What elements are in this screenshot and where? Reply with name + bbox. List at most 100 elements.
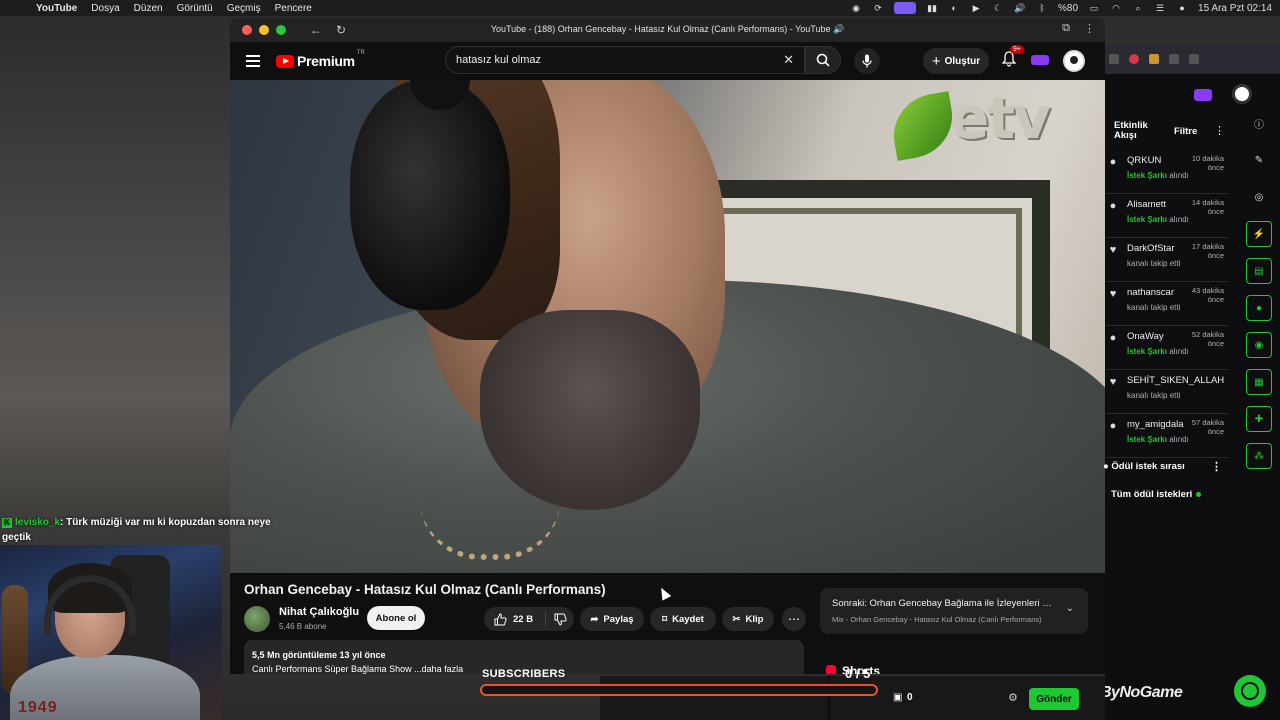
- more-actions-button[interactable]: ⋯: [782, 607, 806, 631]
- menu-edit[interactable]: Düzen: [134, 3, 163, 14]
- microphone-icon: [862, 54, 872, 68]
- kebab-menu-icon[interactable]: ⋮: [1211, 460, 1222, 473]
- video-player[interactable]: etv: [230, 80, 1105, 573]
- activity-event[interactable]: ● QRKUN 10 dakika önce İstek Şarkı alınd…: [1106, 150, 1228, 194]
- event-time: 43 dakika önce: [1191, 286, 1224, 304]
- screen-share-icon[interactable]: [894, 2, 917, 14]
- like-button[interactable]: 22 B: [484, 611, 546, 627]
- clear-search-icon[interactable]: ✕: [783, 52, 794, 68]
- gear-icon[interactable]: ⚙: [1008, 691, 1018, 704]
- play-icon[interactable]: ▶: [970, 3, 982, 13]
- gift-icon: ●: [1109, 332, 1117, 344]
- voice-search-button[interactable]: [854, 48, 880, 74]
- send-button[interactable]: Gönder: [1029, 688, 1079, 710]
- twitch-extension-icon[interactable]: [1031, 55, 1049, 65]
- info-icon[interactable]: ⓘ: [1246, 110, 1272, 136]
- event-time: 14 dakika önce: [1191, 198, 1224, 216]
- create-button[interactable]: + Oluştur: [923, 48, 989, 74]
- volume-icon[interactable]: 🔊: [1014, 3, 1026, 13]
- wallet-extension-icon[interactable]: [1149, 54, 1159, 64]
- battery-icon[interactable]: ▭: [1088, 3, 1100, 13]
- plus-icon: +: [931, 52, 941, 70]
- activity-event[interactable]: ♥ SEHİT_SIKEN_ALLAH kanalı takip etti: [1106, 370, 1228, 414]
- window-title: YouTube - (188) Orhan Gencebay - Hatasız…: [490, 24, 845, 34]
- account-avatar[interactable]: [1063, 50, 1085, 72]
- brand-logo: ByNoGame: [1100, 684, 1183, 701]
- pencil-icon[interactable]: ✎: [1246, 147, 1272, 173]
- youtube-premium-logo[interactable]: Premium TR: [276, 50, 365, 69]
- share-label: Paylaş: [603, 613, 634, 625]
- camera-icon[interactable]: ◎: [1246, 184, 1272, 210]
- toggle-icon[interactable]: ◐: [948, 3, 960, 13]
- activity-feed-header: Etkinlik Akışı Filtre ⋮: [1114, 121, 1234, 141]
- wifi-icon[interactable]: ◠: [1110, 3, 1122, 13]
- share-button[interactable]: ➦ Paylaş: [580, 607, 644, 631]
- dislike-button[interactable]: [546, 613, 574, 626]
- browser-extension-strip: [1105, 44, 1280, 74]
- siri-icon[interactable]: ●: [1176, 3, 1188, 13]
- close-window-button[interactable]: [242, 25, 252, 35]
- subscribers-goal-overlay: SUBSCRIBERS 0 / 5: [480, 666, 880, 700]
- save-button[interactable]: ⌑ Kaydet: [650, 607, 716, 631]
- control-center-icon[interactable]: ☰: [1154, 3, 1166, 13]
- record-extension-icon[interactable]: [1129, 54, 1139, 64]
- chat-icon[interactable]: ●: [1246, 295, 1272, 321]
- puzzle-icon[interactable]: [1169, 54, 1179, 64]
- record-icon[interactable]: ◉: [850, 3, 862, 13]
- moon-icon[interactable]: ☾: [992, 3, 1004, 13]
- activity-event[interactable]: ♥ DarkOfStar 17 dakika önce kanalı takip…: [1106, 238, 1228, 282]
- menu-history[interactable]: Geçmiş: [227, 3, 261, 14]
- save-label: Kaydet: [672, 613, 704, 625]
- search-button[interactable]: [805, 46, 841, 74]
- clip-button[interactable]: ✂ Klip: [722, 607, 774, 631]
- event-reward: İstek Şarkı: [1127, 347, 1168, 356]
- event-action: kanalı takip etti: [1127, 303, 1180, 312]
- hamburger-menu-icon[interactable]: [246, 55, 260, 67]
- activity-event[interactable]: ● OnaWay 52 dakika önce İstek Şarkı alın…: [1106, 326, 1228, 370]
- chat-overlay-message: Klevisko_k: Türk müziği var mı ki kopuzd…: [2, 515, 272, 545]
- browser-menu-icon[interactable]: ⋮: [1084, 22, 1095, 35]
- heart-icon: ♥: [1109, 244, 1117, 256]
- menu-file[interactable]: Dosya: [91, 3, 119, 14]
- channel-name[interactable]: Nihat Çalıkoğlu: [279, 606, 359, 618]
- minimize-window-button[interactable]: [259, 25, 269, 35]
- activity-event[interactable]: ● my_amigdala 57 dakika önce İstek Şarkı…: [1106, 414, 1228, 458]
- kebab-menu-icon[interactable]: ⋮: [1214, 124, 1225, 137]
- twitch-extension-icon[interactable]: [1194, 89, 1212, 101]
- subscribe-button[interactable]: Abone ol: [367, 606, 425, 630]
- support-button[interactable]: [1234, 675, 1266, 707]
- spotlight-icon[interactable]: ⌕: [1132, 3, 1144, 13]
- bluetooth-icon[interactable]: ᛒ: [1036, 3, 1048, 13]
- activity-event[interactable]: ♥ nathanscar 43 dakika önce kanalı takip…: [1106, 282, 1228, 326]
- up-next-card[interactable]: Sonraki: Orhan Gencebay Bağlama ile İzle…: [820, 588, 1088, 634]
- menu-view[interactable]: Görüntü: [177, 3, 213, 14]
- broadcast-icon[interactable]: ◉: [1246, 332, 1272, 358]
- audio-levels-icon[interactable]: ▮▮: [926, 3, 938, 13]
- status-dot: [1196, 491, 1202, 497]
- gift-box-icon[interactable]: ▣: [893, 692, 902, 703]
- layout-icon[interactable]: ▦: [1246, 369, 1272, 395]
- lightning-icon[interactable]: ⚡: [1246, 221, 1272, 247]
- wrench-icon[interactable]: ✚: [1246, 406, 1272, 432]
- notifications-button[interactable]: 9+: [1001, 45, 1024, 72]
- browser-window: ← ↻ YouTube - (188) Orhan Gencebay - Hat…: [230, 18, 1105, 674]
- search-input[interactable]: hatasız kul olmaz ✕: [445, 46, 805, 74]
- menu-app-name[interactable]: YouTube: [36, 3, 77, 14]
- back-arrow-icon[interactable]: ←: [310, 23, 322, 37]
- filter-button[interactable]: Filtre: [1174, 126, 1197, 137]
- reload-icon[interactable]: ↻: [336, 23, 346, 37]
- sync-icon[interactable]: ⟳: [872, 3, 884, 13]
- extensions-icon[interactable]: ⧉: [1062, 22, 1070, 35]
- menu-window[interactable]: Pencere: [275, 3, 312, 14]
- chevron-down-icon[interactable]: ⌄: [1066, 603, 1074, 614]
- maximize-window-button[interactable]: [276, 25, 286, 35]
- activity-event[interactable]: ● Alisamett 14 dakika önce İstek Şarkı a…: [1106, 194, 1228, 238]
- event-reward: İstek Şarkı: [1127, 215, 1168, 224]
- extension-icon[interactable]: [1109, 54, 1119, 64]
- nodes-icon[interactable]: ⁂: [1246, 443, 1272, 469]
- channel-avatar[interactable]: [244, 606, 270, 632]
- profile-avatar[interactable]: [1232, 84, 1252, 104]
- clipboard-icon[interactable]: ▤: [1246, 258, 1272, 284]
- all-rewards-link[interactable]: Tüm ödül istekleri: [1111, 489, 1202, 500]
- extension-icon[interactable]: [1189, 54, 1199, 64]
